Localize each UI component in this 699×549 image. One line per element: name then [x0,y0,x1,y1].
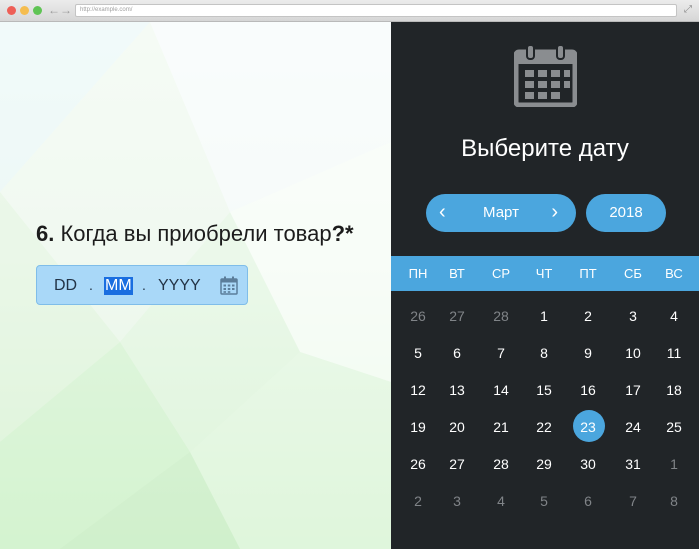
calendar-icon[interactable] [220,276,238,295]
day-cell[interactable]: 5 [398,345,438,361]
browser-toolbar: ← → http://example.com/ ⤢ [0,0,699,22]
day-cell[interactable]: 16 [568,382,608,398]
day-cell[interactable]: 10 [613,345,653,361]
day-cell[interactable]: 4 [654,308,694,324]
day-cell[interactable]: 2 [568,308,608,324]
day-cell[interactable]: 9 [568,345,608,361]
question-text: Когда вы приобрели товар [60,221,332,246]
day-cell[interactable]: 26 [398,456,438,472]
day-cell[interactable]: 25 [654,419,694,435]
day-cell[interactable]: 17 [613,382,653,398]
weekday-label: ПТ [579,266,597,281]
day-cell[interactable]: 28 [481,308,521,324]
day-cell[interactable]: 24 [613,419,653,435]
day-cell[interactable]: 18 [654,382,694,398]
calendar-icon [514,44,577,107]
day-cell[interactable]: 12 [398,382,438,398]
required-mark: ?* [331,221,354,246]
day-cell[interactable]: 29 [524,456,564,472]
day-cell[interactable]: 21 [481,419,521,435]
day-cell[interactable]: 19 [398,419,438,435]
address-bar[interactable]: http://example.com/ [75,4,677,17]
weekday-label: ПН [408,266,428,281]
weekday-label: ВС [665,266,683,281]
question-label: 6. Когда вы приобрели товар?* [36,221,354,247]
day-cell[interactable]: 1 [524,308,564,324]
day-cell[interactable]: 13 [437,382,477,398]
day-cell[interactable]: 3 [437,493,477,509]
day-cell[interactable]: 7 [481,345,521,361]
day-cell[interactable]: 26 [398,308,438,324]
day-cell[interactable]: 8 [654,493,694,509]
day-cell[interactable]: 27 [437,308,477,324]
question-number: 6. [36,221,55,246]
date-picker: Выберите дату ‹ Март › 2018 ПН ВТ СР ЧТ ПТ СБ… [391,22,699,549]
day-cell[interactable]: 2 [398,493,438,509]
date-separator: . [89,277,93,293]
day-cell[interactable]: 3 [613,308,653,324]
day-cell[interactable]: 28 [481,456,521,472]
back-arrow-icon[interactable]: ← [48,3,60,17]
next-month-button[interactable]: › [551,194,558,230]
day-cell[interactable]: 11 [654,345,694,361]
day-cell[interactable]: 31 [613,456,653,472]
weekday-header: ПН ВТ СР ЧТ ПТ СБ ВС [391,256,699,291]
forward-arrow-icon[interactable]: → [60,3,72,17]
day-cell[interactable]: 14 [481,382,521,398]
day-cell[interactable]: 6 [437,345,477,361]
day-cell[interactable]: 15 [524,382,564,398]
day-cell[interactable]: 20 [437,419,477,435]
weekday-label: ЧТ [535,266,553,281]
month-segment[interactable]: MM [104,277,133,295]
maximize-window-button[interactable] [33,6,42,15]
day-cell[interactable]: 30 [568,456,608,472]
day-cell[interactable]: 1 [654,456,694,472]
fullscreen-icon[interactable]: ⤢ [684,3,692,17]
form-panel: 6. Когда вы приобрели товар?* DD . MM . … [0,22,391,549]
month-label: Март [483,204,519,221]
date-separator: . [142,277,146,293]
day-cell[interactable]: 4 [481,493,521,509]
date-input[interactable]: DD . MM . YYYY [36,265,248,305]
selected-day-cell[interactable]: 23 [568,419,608,435]
weekday-label: СБ [624,266,642,281]
day-cell[interactable]: 5 [524,493,564,509]
day-cell[interactable]: 6 [568,493,608,509]
day-cell[interactable]: 22 [524,419,564,435]
picker-title: Выберите дату [461,135,629,162]
day-cell[interactable]: 27 [437,456,477,472]
minimize-window-button[interactable] [20,6,29,15]
year-selector[interactable]: 2018 [586,194,666,232]
day-cell[interactable]: 7 [613,493,653,509]
weekday-label: СР [491,266,511,281]
day-segment[interactable]: DD [54,277,77,295]
close-window-button[interactable] [7,6,16,15]
day-cell[interactable]: 8 [524,345,564,361]
year-segment[interactable]: YYYY [158,277,201,295]
month-selector[interactable]: ‹ Март › [426,194,576,232]
previous-month-button[interactable]: ‹ [439,194,446,230]
weekday-label: ВТ [449,266,465,281]
